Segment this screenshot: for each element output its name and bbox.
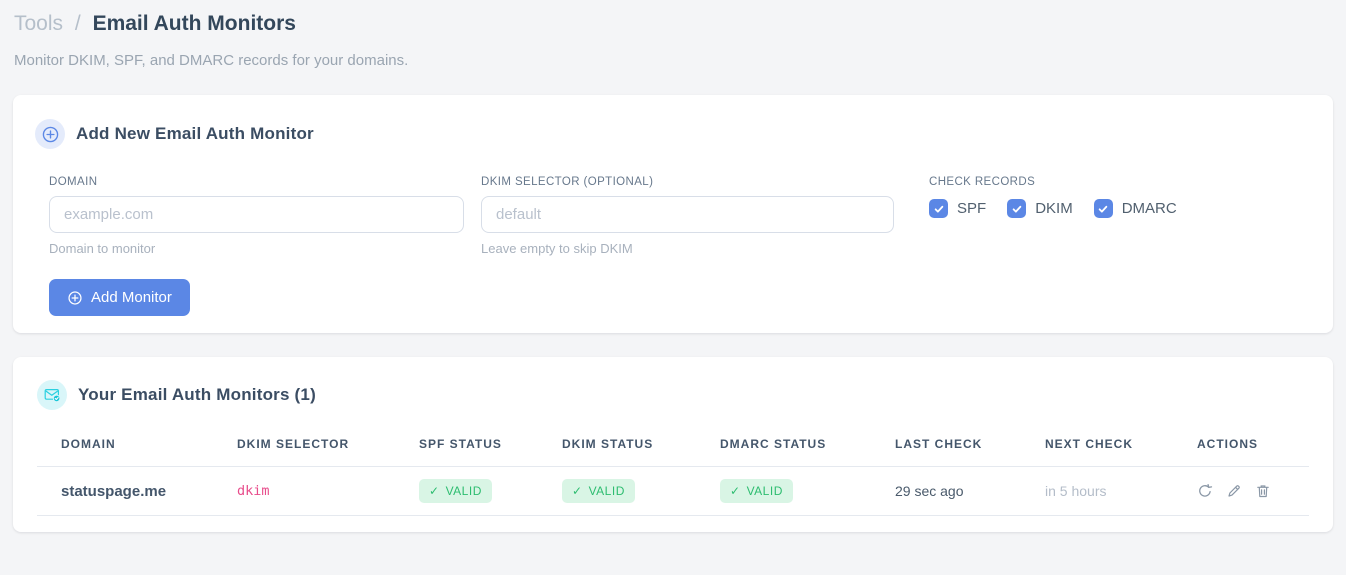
monitor-actions-cell: [1173, 466, 1309, 516]
column-header-last-check: LAST CHECK: [871, 427, 1021, 467]
delete-button[interactable]: [1255, 483, 1271, 499]
check-icon: ✓: [730, 484, 741, 498]
spf-status-text: VALID: [445, 484, 482, 498]
refresh-icon: [1199, 483, 1213, 497]
dkim-selector-field-group: DKIM SELECTOR (OPTIONAL) Leave empty to …: [481, 176, 894, 256]
column-header-dmarc-status: DMARC STATUS: [696, 427, 871, 467]
add-monitor-card: Add New Email Auth Monitor DOMAIN Domain…: [13, 95, 1333, 333]
check-icon: ✓: [429, 484, 440, 498]
monitor-next-check: in 5 hours: [1021, 466, 1173, 516]
monitors-card: Your Email Auth Monitors (1) DOMAIN DKIM…: [13, 357, 1333, 532]
monitor-domain: statuspage.me: [37, 466, 213, 516]
check-records-group: CHECK RECORDS SPF DKIM DMARC: [911, 176, 1297, 256]
monitors-table: DOMAIN DKIM SELECTOR SPF STATUS DKIM STA…: [37, 427, 1309, 516]
check-records-options: SPF DKIM DMARC: [929, 199, 1297, 218]
dmarc-checkbox-checked-icon[interactable]: [1093, 199, 1113, 218]
spf-checkbox-label: SPF: [957, 200, 987, 217]
spf-checkbox-option[interactable]: SPF: [929, 199, 986, 218]
dmarc-status-text: VALID: [746, 484, 783, 498]
add-monitor-button-label: Add Monitor: [91, 289, 172, 306]
spf-status-badge: ✓ VALID: [419, 479, 492, 503]
column-header-spf-status: SPF STATUS: [395, 427, 538, 467]
page-header: Tools / Email Auth Monitors Monitor DKIM…: [0, 0, 1346, 69]
refresh-button[interactable]: [1197, 483, 1213, 499]
column-header-next-check: NEXT CHECK: [1021, 427, 1173, 467]
add-card-header: Add New Email Auth Monitor: [35, 119, 1311, 149]
check-records-label: CHECK RECORDS: [929, 176, 1036, 188]
plus-circle-icon: [35, 119, 65, 149]
breadcrumb: Tools / Email Auth Monitors: [14, 11, 1332, 37]
dmarc-checkbox-label: DMARC: [1121, 200, 1177, 217]
add-monitor-form: DOMAIN Domain to monitor DKIM SELECTOR (…: [35, 176, 1311, 256]
breadcrumb-separator: /: [74, 12, 81, 35]
dkim-checkbox-label: DKIM: [1035, 200, 1073, 217]
monitor-spf-status-cell: ✓ VALID: [395, 466, 538, 516]
check-icon: ✓: [572, 484, 583, 498]
monitor-row: statuspage.me dkim ✓ VALID ✓ VALID ✓ VAL…: [37, 466, 1309, 516]
monitors-table-wrap: DOMAIN DKIM SELECTOR SPF STATUS DKIM STA…: [37, 427, 1309, 516]
monitor-dkim-selector: dkim: [213, 466, 395, 516]
dkim-selector-field-label: DKIM SELECTOR (OPTIONAL): [481, 176, 654, 188]
edit-button[interactable]: [1226, 483, 1242, 499]
column-header-actions: ACTIONS: [1173, 427, 1309, 467]
spf-checkbox-checked-icon[interactable]: [929, 199, 948, 218]
domain-field-label: DOMAIN: [49, 176, 98, 188]
envelope-check-icon: [37, 380, 67, 410]
delete-icon: [1257, 485, 1269, 498]
edit-icon: [1228, 485, 1240, 497]
page-subtitle: Monitor DKIM, SPF, and DMARC records for…: [14, 52, 409, 69]
breadcrumb-tools-link[interactable]: Tools: [14, 12, 63, 35]
add-monitor-button[interactable]: Add Monitor: [49, 279, 190, 316]
monitors-card-header: Your Email Auth Monitors (1): [37, 380, 1309, 410]
column-header-dkim-selector: DKIM SELECTOR: [213, 427, 395, 467]
dkim-selector-field-hint: Leave empty to skip DKIM: [481, 241, 633, 256]
dkim-status-text: VALID: [588, 484, 625, 498]
dkim-selector-input[interactable]: [481, 196, 894, 233]
dmarc-status-badge: ✓ VALID: [720, 479, 793, 503]
page: Tools / Email Auth Monitors Monitor DKIM…: [0, 0, 1346, 532]
monitors-card-title: Your Email Auth Monitors (1): [78, 385, 316, 404]
dkim-checkbox-checked-icon[interactable]: [1007, 199, 1027, 218]
domain-input[interactable]: [49, 196, 464, 233]
domain-field-group: DOMAIN Domain to monitor: [49, 176, 464, 256]
column-header-dkim-status: DKIM STATUS: [538, 427, 696, 467]
add-card-title: Add New Email Auth Monitor: [76, 124, 314, 143]
table-header-row: DOMAIN DKIM SELECTOR SPF STATUS DKIM STA…: [37, 427, 1309, 467]
plus-circle-icon: [67, 290, 83, 306]
domain-field-hint: Domain to monitor: [49, 241, 156, 256]
monitor-dmarc-status-cell: ✓ VALID: [696, 466, 871, 516]
dkim-status-badge: ✓ VALID: [562, 479, 635, 503]
page-title: Email Auth Monitors: [92, 12, 296, 35]
monitor-dkim-status-cell: ✓ VALID: [538, 466, 696, 516]
dmarc-checkbox-option[interactable]: DMARC: [1093, 199, 1177, 218]
monitor-last-check: 29 sec ago: [871, 466, 1021, 516]
column-header-domain: DOMAIN: [37, 427, 213, 467]
dkim-checkbox-option[interactable]: DKIM: [1007, 199, 1073, 218]
